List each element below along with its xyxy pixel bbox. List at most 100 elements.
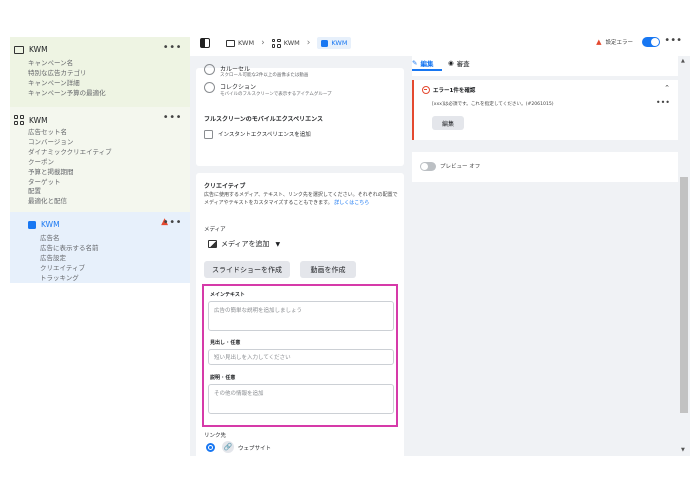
add-media-label: メディアを追加 xyxy=(221,240,270,248)
more-icon[interactable]: ••• xyxy=(656,98,670,107)
more-icon[interactable]: ••• xyxy=(163,42,182,53)
sidebar-item[interactable]: 広告名 xyxy=(40,234,99,244)
sidebar-ad-title: KWM xyxy=(41,220,60,229)
breadcrumb-campaign[interactable]: KWM xyxy=(226,39,254,47)
scroll-up-icon[interactable]: ▲ xyxy=(681,58,685,64)
tab-label: 編集 xyxy=(420,60,434,68)
sidebar-item[interactable]: ダイナミッククリエイティブ xyxy=(28,148,112,158)
chevron-up-icon[interactable]: ⌃ xyxy=(664,84,670,92)
tab-bar: ✎ 編集 ◉ 審査 xyxy=(412,56,690,76)
scroll-thumb[interactable] xyxy=(680,177,688,413)
grid-icon xyxy=(271,38,281,48)
image-icon xyxy=(208,240,217,248)
chevron-right-icon: › xyxy=(306,38,311,48)
sidebar-ad-items: 広告名 広告に表示する名前 広告設定 クリエイティブ トラッキング xyxy=(40,234,99,284)
description-label: 説明 · 任意 xyxy=(210,375,236,381)
sidebar-item[interactable]: キャンペーン名 xyxy=(28,59,106,69)
error-header[interactable]: エラー1件を確認 xyxy=(422,86,475,94)
sidebar-adset-section[interactable]: KWM ••• 広告セット名 コンバージョン ダイナミッククリエイティブ クーポ… xyxy=(10,107,190,212)
creative-desc: 広告に使用するメディア、テキスト、リンク先を選択してください。それぞれの配置でメ… xyxy=(204,191,399,207)
format-card: カルーセル スクロール可能な2件以上の画像または動画 コレクション モバイルのフ… xyxy=(196,64,404,166)
error-message: [xxx]は必須です。これを指定してください。(#2061015) xyxy=(432,102,554,107)
tab-label: 審査 xyxy=(456,60,470,68)
breadcrumb-adset[interactable]: KWM xyxy=(271,38,300,48)
sidebar-ad-section[interactable]: KWM ▲ ••• 広告名 広告に表示する名前 広告設定 クリエイティブ トラッ… xyxy=(10,212,190,283)
error-title: エラー1件を確認 xyxy=(433,88,476,94)
sidebar-item[interactable]: キャンペーン予算の最適化 xyxy=(28,89,106,99)
scroll-down-icon[interactable]: ▼ xyxy=(681,447,685,453)
instant-experience-checkbox[interactable] xyxy=(204,130,213,139)
create-video-button[interactable]: 動画を作成 xyxy=(300,261,356,278)
ad-icon xyxy=(321,39,329,47)
sidebar-item[interactable]: ターゲット xyxy=(28,178,112,188)
carousel-radio[interactable] xyxy=(204,64,215,75)
preview-card: プレビュー オフ xyxy=(412,152,678,182)
scrollbar[interactable]: ▲ ▼ xyxy=(678,56,690,456)
sidebar-item[interactable]: 特別な広告カテゴリ xyxy=(28,69,106,79)
instant-experience-label: インスタントエクスペリエンスを追加 xyxy=(218,132,311,138)
status-area: ▲ 設定エラー xyxy=(596,37,660,47)
caret-down-icon: ▼ xyxy=(275,240,281,248)
error-icon xyxy=(422,86,430,94)
link-label: リンク先 xyxy=(204,433,227,439)
preview-label: プレビュー オフ xyxy=(440,164,481,170)
top-bar: KWM › KWM › KWM ▲ 設定エラー ••• xyxy=(190,30,690,56)
sidebar-item[interactable]: 広告セット名 xyxy=(28,128,112,138)
headline-label: 見出し · 任意 xyxy=(210,340,241,346)
sidebar-campaign-header[interactable]: KWM xyxy=(14,45,48,54)
sidebar-item[interactable]: クリエイティブ xyxy=(40,264,99,274)
media-label: メディア xyxy=(204,227,226,233)
collection-radio[interactable] xyxy=(204,82,215,93)
learn-more-link[interactable]: 詳しくはこちら xyxy=(334,200,369,206)
creative-card: クリエイティブ 広告に使用するメディア、テキスト、リンク先を選択してください。そ… xyxy=(196,173,404,456)
sidebar-item[interactable]: 予算と掲載期間 xyxy=(28,168,112,178)
breadcrumb-label: KWM xyxy=(238,39,255,47)
breadcrumb-label: KWM xyxy=(331,39,348,47)
website-radio[interactable] xyxy=(206,443,215,452)
ad-toggle-switch[interactable] xyxy=(642,37,660,47)
fullscreen-title: フルスクリーンのモバイルエクスペリエンス xyxy=(204,116,323,123)
pencil-icon: ✎ xyxy=(412,59,418,67)
sidebar-campaign-section[interactable]: KWM ••• キャンペーン名 特別な広告カテゴリ キャンペーン詳細 キャンペー… xyxy=(10,37,190,107)
sidebar-item[interactable]: 最適化と配信 xyxy=(28,197,112,207)
breadcrumb-label: KWM xyxy=(283,39,300,47)
fix-error-button[interactable]: 編集 xyxy=(432,116,464,130)
sidebar-item[interactable]: 広告設定 xyxy=(40,254,99,264)
sidebar-item[interactable]: キャンペーン詳細 xyxy=(28,79,106,89)
add-media-button[interactable]: メディアを追加 ▼ xyxy=(204,237,290,251)
more-icon[interactable]: ••• xyxy=(664,35,682,46)
breadcrumb-ad[interactable]: KWM xyxy=(317,37,352,49)
description-input[interactable]: その他の情報を追加 xyxy=(208,384,394,414)
sidebar-item[interactable]: 配置 xyxy=(28,187,112,197)
preview-toggle[interactable] xyxy=(420,162,436,171)
sidebar-item[interactable]: クーポン xyxy=(28,158,112,168)
sidebar-item[interactable]: 広告に表示する名前 xyxy=(40,244,99,254)
option-title: コレクション xyxy=(220,84,257,91)
link-icon: 🔗 xyxy=(222,441,234,453)
creative-title: クリエイティブ xyxy=(204,183,246,190)
folder-icon xyxy=(14,45,24,54)
warning-icon: ▲ xyxy=(596,38,602,46)
active-tab-indicator xyxy=(412,69,442,71)
error-card: エラー1件を確認 ⌃ [xxx]は必須です。これを指定してください。(#2061… xyxy=(412,80,678,140)
website-label: ウェブサイト xyxy=(238,446,272,452)
tab-review[interactable]: ◉ 審査 xyxy=(448,58,470,68)
main-text-input[interactable]: 広告の簡単な説明を追加しましょう xyxy=(208,301,394,331)
more-icon[interactable]: ••• xyxy=(163,217,182,228)
status-text: 設定エラー xyxy=(605,40,633,46)
folder-icon xyxy=(226,39,235,47)
headline-input[interactable]: 短い見出しを入力してください xyxy=(208,349,394,365)
main-text-label: メインテキスト xyxy=(210,292,245,298)
ad-icon xyxy=(28,220,36,229)
sidebar-adset-header[interactable]: KWM xyxy=(14,115,48,125)
sidebar-toggle-icon[interactable] xyxy=(200,38,210,48)
sidebar-item[interactable]: トラッキング xyxy=(40,274,99,284)
eye-icon: ◉ xyxy=(448,59,454,67)
sidebar-item[interactable]: コンバージョン xyxy=(28,138,112,148)
sidebar-ad-header[interactable]: KWM xyxy=(28,220,60,229)
tab-edit[interactable]: ✎ 編集 xyxy=(412,58,433,68)
more-icon[interactable]: ••• xyxy=(163,112,182,123)
create-slideshow-button[interactable]: スライドショーを作成 xyxy=(204,261,290,278)
sidebar: KWM ••• キャンペーン名 特別な広告カテゴリ キャンペーン詳細 キャンペー… xyxy=(10,37,190,283)
option-desc: モバイルのフルスクリーンで表示するアイテムグループ xyxy=(220,92,332,97)
